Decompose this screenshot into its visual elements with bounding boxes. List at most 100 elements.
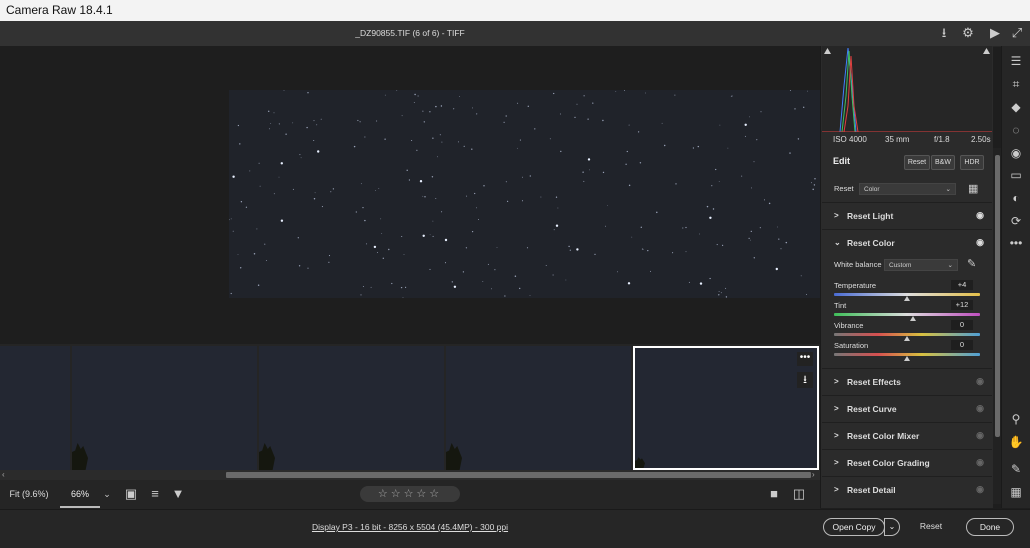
- star-dot: [806, 294, 807, 296]
- star-dot: [429, 111, 431, 113]
- slider-handle[interactable]: [909, 316, 916, 321]
- eyedropper-icon[interactable]: ✎: [967, 257, 976, 270]
- save-icon[interactable]: ⭳: [936, 25, 952, 41]
- snapshots-icon[interactable]: ▭: [1007, 166, 1025, 184]
- star-dot: [514, 275, 517, 277]
- workflow-options-link[interactable]: Display P3 - 16 bit - 8256 x 5504 (45.4M…: [0, 522, 820, 532]
- star-dot: [483, 185, 485, 187]
- panel-scrollbar-thumb[interactable]: [995, 155, 1000, 437]
- filter-icon[interactable]: ▼: [170, 486, 186, 502]
- filmstrip-thumbnail[interactable]: [446, 346, 631, 470]
- star-dot: [245, 206, 248, 208]
- eye-icon[interactable]: ◉: [976, 210, 984, 221]
- bw-button[interactable]: B&W: [931, 155, 955, 170]
- star-dot: [631, 236, 633, 238]
- star-dot: [432, 235, 434, 237]
- crop-icon[interactable]: ⌗: [1007, 75, 1025, 93]
- star-dot: [549, 138, 551, 140]
- eye-icon[interactable]: ◉: [976, 403, 984, 414]
- window-title: Camera Raw 18.4.1: [6, 3, 113, 17]
- grid-icon[interactable]: ▦: [1007, 483, 1025, 501]
- section-color-grading[interactable]: > Reset Color Grading ◉: [822, 449, 992, 476]
- white-balance-select[interactable]: Custom ⌄: [884, 259, 958, 271]
- star-dot: [741, 175, 743, 177]
- section-effects[interactable]: > Reset Effects ◉: [822, 368, 992, 395]
- star-dot: [413, 102, 415, 104]
- eye-icon[interactable]: ◉: [976, 430, 984, 441]
- filmstrip-thumbnail[interactable]: [259, 346, 444, 470]
- slider-handle[interactable]: [904, 296, 910, 301]
- slider-value-input[interactable]: 0: [951, 320, 973, 330]
- eye-icon[interactable]: ◉: [976, 237, 984, 248]
- sort-icon[interactable]: ≡: [147, 486, 163, 502]
- filmstrip-options-icon[interactable]: ▣: [123, 486, 139, 502]
- slider-value-input[interactable]: +4: [951, 280, 973, 290]
- zoom-fit-button[interactable]: Fit (9.6%): [0, 480, 58, 508]
- star-dot: [555, 224, 559, 227]
- star-dot: [285, 133, 287, 135]
- zoom-level-button[interactable]: 66%: [60, 480, 100, 508]
- preview-image[interactable]: [229, 90, 820, 298]
- section-curve-label: Reset Curve: [847, 404, 897, 414]
- color-sampler-icon[interactable]: ✎: [1007, 460, 1025, 478]
- zoom-icon[interactable]: ⚲: [1007, 410, 1025, 428]
- gear-icon[interactable]: ⚙: [960, 25, 976, 41]
- scroll-right-icon[interactable]: ›: [812, 470, 815, 479]
- slider-value-input[interactable]: 0: [951, 340, 973, 350]
- star-dot: [457, 141, 459, 143]
- slider-value-input[interactable]: +12: [951, 300, 973, 310]
- scrollbar-thumb[interactable]: [226, 472, 811, 478]
- star-dot: [313, 139, 315, 142]
- star-dot: [505, 115, 507, 117]
- before-after-icon[interactable]: ◫: [791, 486, 807, 502]
- open-copy-button[interactable]: Open Copy: [823, 518, 885, 536]
- star-dot: [353, 145, 356, 148]
- star-dot: [239, 267, 242, 269]
- slider-label: Tint: [834, 301, 847, 310]
- masking-icon[interactable]: ◐: [1007, 189, 1025, 207]
- star-rating[interactable]: ☆☆☆☆☆: [360, 486, 460, 502]
- star-dot: [699, 282, 703, 285]
- eraser-icon[interactable]: ◆: [1007, 98, 1025, 116]
- heal-icon[interactable]: ◌: [1007, 121, 1025, 139]
- save-thumbnail-icon[interactable]: ⭳: [797, 372, 813, 388]
- eye-icon[interactable]: ◉: [976, 376, 984, 387]
- eye-icon[interactable]: ◉: [976, 484, 984, 495]
- filmstrip-thumbnail-selected[interactable]: ••• ⭳: [633, 346, 819, 470]
- profile-select[interactable]: Color ⌄: [859, 183, 956, 195]
- slider-handle[interactable]: [904, 356, 910, 361]
- more-tools-icon[interactable]: •••: [1007, 234, 1025, 252]
- fullscreen-icon[interactable]: ⤢: [1009, 25, 1025, 41]
- star-dot: [476, 113, 478, 115]
- section-curve[interactable]: > Reset Curve ◉: [822, 395, 992, 422]
- more-options-icon[interactable]: •••: [797, 352, 813, 366]
- reset-button[interactable]: Reset: [913, 518, 949, 534]
- eye-icon[interactable]: ◉: [976, 457, 984, 468]
- scroll-left-icon[interactable]: ‹: [2, 470, 5, 479]
- presets-icon[interactable]: ⟳: [1007, 212, 1025, 230]
- single-view-icon[interactable]: ■: [766, 486, 782, 502]
- star-dot: [569, 249, 571, 251]
- hdr-button[interactable]: HDR: [960, 155, 984, 170]
- section-detail[interactable]: > Reset Detail ◉: [822, 476, 992, 503]
- hand-icon[interactable]: ✋: [1007, 433, 1025, 451]
- star-dot: [814, 178, 816, 180]
- filmstrip-thumbnail[interactable]: [72, 346, 257, 470]
- section-color[interactable]: ⌄ Reset Color ◉: [822, 229, 992, 256]
- slideshow-icon[interactable]: ▶: [987, 25, 1003, 41]
- edit-reset-button[interactable]: Reset: [904, 155, 930, 170]
- section-color-mixer[interactable]: > Reset Color Mixer ◉: [822, 422, 992, 449]
- slider-track[interactable]: [834, 313, 980, 316]
- edit-sliders-icon[interactable]: ☰: [1007, 52, 1025, 70]
- white-balance-label: White balance: [834, 260, 882, 269]
- star-dot: [709, 216, 712, 219]
- star-dot: [589, 169, 590, 171]
- section-light[interactable]: > Reset Light ◉: [822, 202, 992, 229]
- chevron-down-icon: ⌄: [834, 238, 841, 247]
- red-eye-icon[interactable]: ◉: [1007, 144, 1025, 162]
- profile-browser-icon[interactable]: ▦: [968, 182, 978, 195]
- slider-handle[interactable]: [904, 336, 910, 341]
- filmstrip-thumbnail[interactable]: [0, 346, 70, 470]
- done-button[interactable]: Done: [966, 518, 1014, 536]
- zoom-dropdown-icon[interactable]: ⌄: [100, 480, 114, 508]
